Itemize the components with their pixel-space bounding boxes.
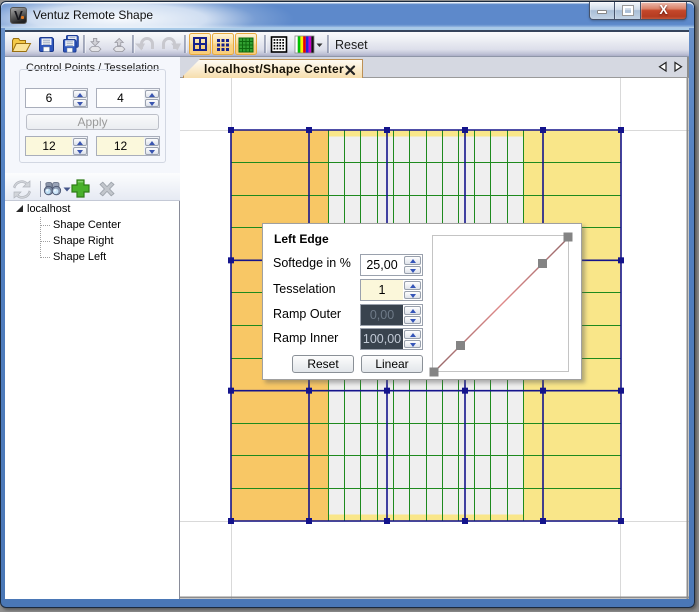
svg-text:Reset: Reset [335, 38, 368, 52]
